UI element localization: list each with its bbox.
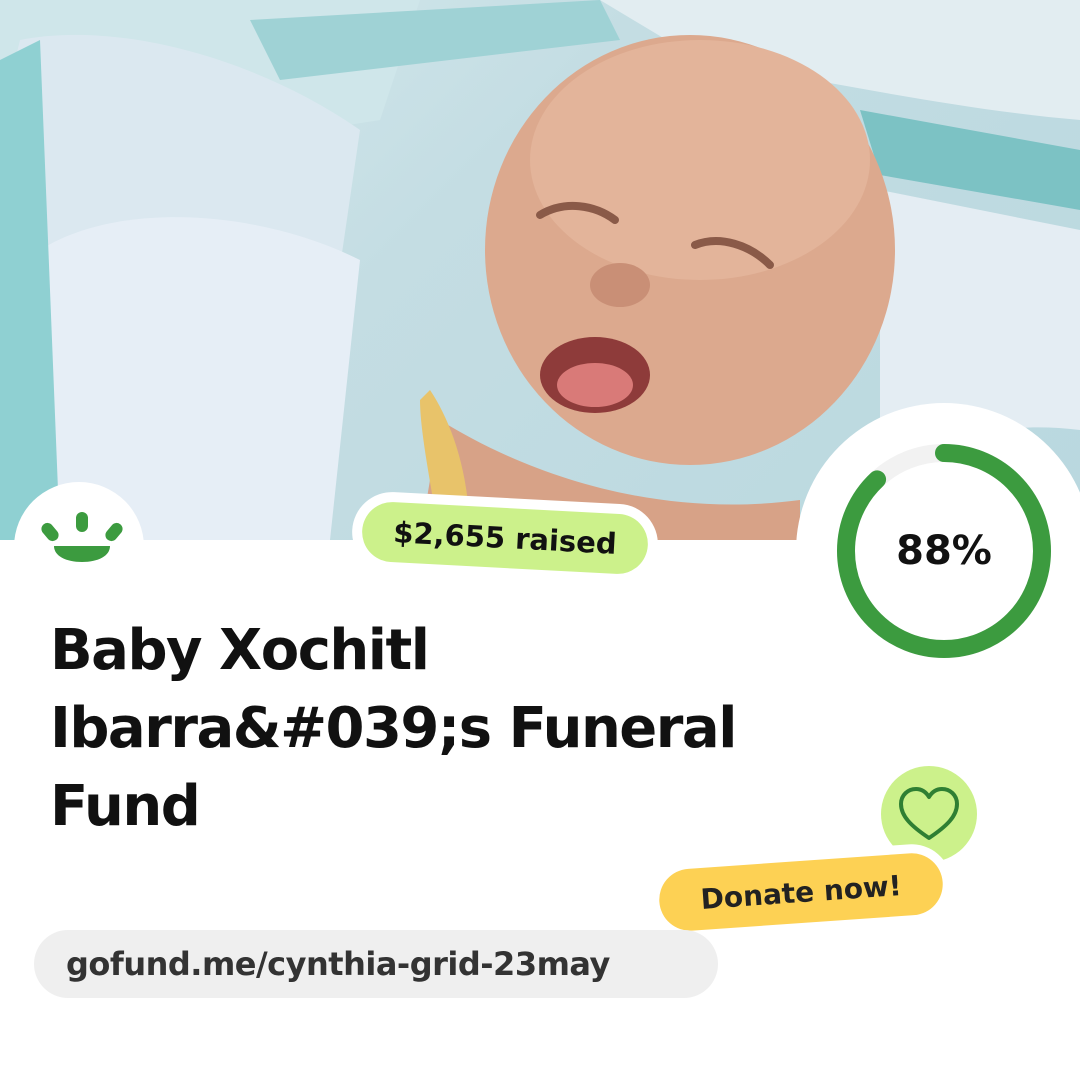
fundraiser-title: Baby Xochitl Ibarra&#039;s Funeral Fund — [50, 618, 737, 839]
donate-now-button[interactable]: Donate now! — [657, 851, 945, 933]
heart-icon — [899, 787, 959, 840]
fundraiser-card: $2,655 raised 88% Baby Xochitl Ibarra&#0… — [0, 0, 1080, 1080]
progress-percent: 88% — [896, 528, 992, 574]
gofundme-logo-icon — [41, 512, 123, 562]
raised-amount: $2,655 raised — [360, 500, 650, 576]
raised-badge: $2,655 raised — [350, 490, 660, 586]
fundraiser-url[interactable]: gofund.me/cynthia-grid-23may — [34, 930, 718, 998]
